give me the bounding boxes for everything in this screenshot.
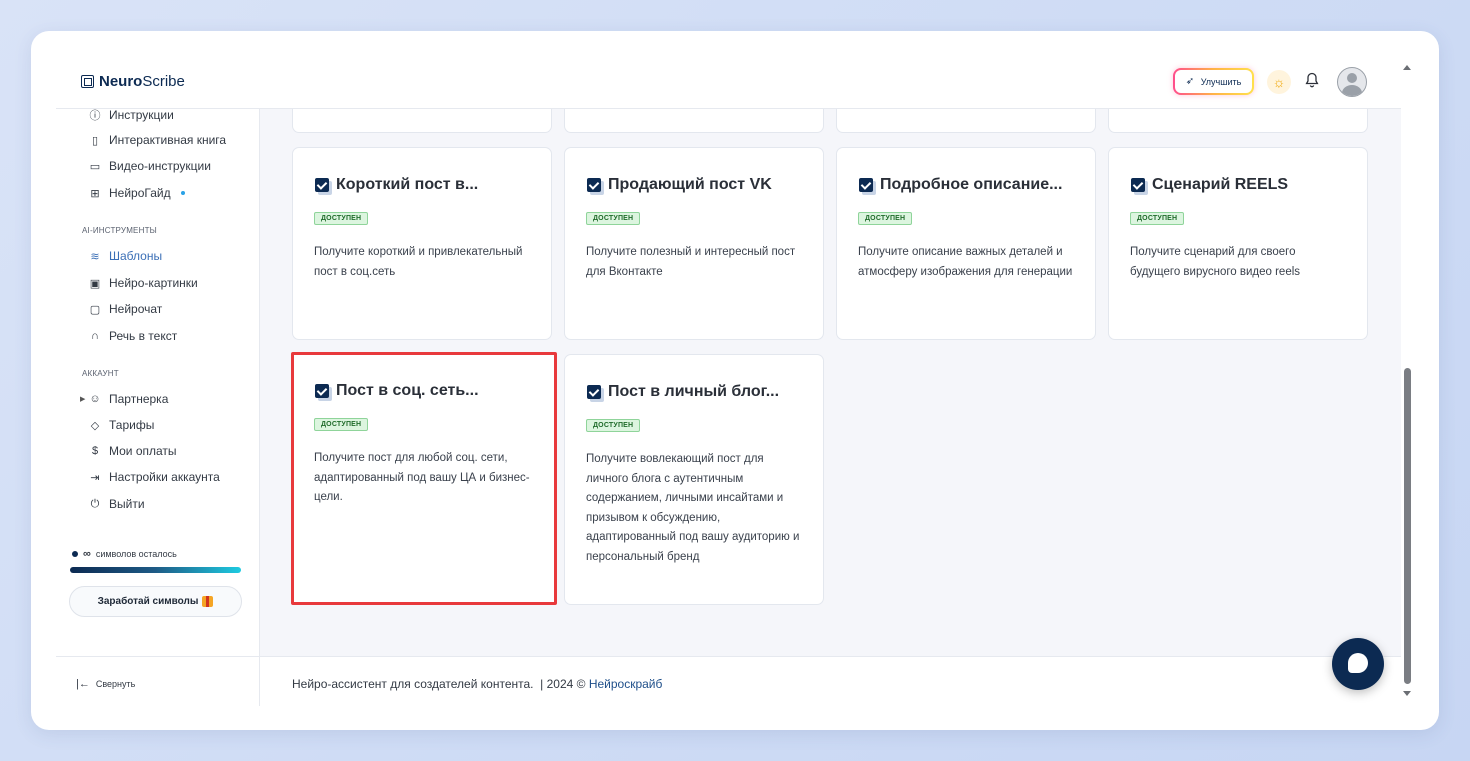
card-title: Сценарий REELS — [1152, 176, 1289, 193]
collapse-arrow-icon: |← — [76, 678, 90, 690]
layout-icon: ⊞ — [90, 187, 100, 200]
template-card[interactable]: Продающий пост VK ДОСТУПЕН Получите поле… — [564, 147, 824, 340]
template-card-partial[interactable] — [292, 109, 552, 133]
card-description: Получите пост для любой соц. сети, адапт… — [314, 452, 530, 503]
new-indicator — [180, 191, 185, 195]
checkbox-icon — [859, 178, 873, 192]
card-title: Пост в соц. сеть... — [336, 382, 479, 399]
card-title: Короткий пост в... — [336, 176, 479, 193]
page-scrollbar[interactable] — [1400, 59, 1414, 706]
theme-toggle-sun-icon[interactable]: ☼ — [1267, 70, 1291, 94]
top-header: NeuroScribe ➶ Улучшить ☼ — [56, 53, 1401, 109]
card-description: Получите вовлекающий пост для личного бл… — [586, 453, 800, 563]
template-card-selected[interactable]: Пост в соц. сеть... ДОСТУПЕН Получите по… — [291, 352, 557, 605]
page-footer: Нейро-ассистент для создателей контента.… — [260, 656, 1401, 706]
sidebar-footer: |← Свернуть — [56, 656, 260, 706]
power-icon: ⏻ — [90, 497, 100, 510]
headphones-icon: ∩ — [91, 330, 99, 342]
chat-icon: ▢ — [89, 303, 101, 316]
checkbox-icon — [587, 178, 601, 192]
sidebar-item-templates[interactable]: ≋ Шаблоны — [89, 249, 162, 263]
upgrade-button[interactable]: ➶ Улучшить — [1173, 68, 1254, 95]
image-icon: ▣ — [89, 277, 101, 290]
sidebar-item-partner[interactable]: ☺ Партнерка — [89, 392, 168, 406]
sidebar-item-neurochat[interactable]: ▢ Нейрочат — [89, 302, 163, 316]
section-ai-tools: AI-ИНСТРУМЕНТЫ — [82, 226, 157, 235]
card-description: Получите сценарий для своего будущего ви… — [1130, 246, 1301, 278]
expand-caret-icon[interactable]: ▶ — [80, 395, 85, 403]
template-card[interactable]: Пост в личный блог... ДОСТУПЕН Получите … — [564, 354, 824, 605]
card-description: Получите полезный и интересный пост для … — [586, 246, 796, 278]
notification-bell-icon[interactable] — [1304, 72, 1320, 90]
sidebar: ⓘ Инструкции ▯ Интерактивная книга ▭ Вид… — [56, 107, 260, 706]
status-badge: ДОСТУПЕН — [314, 212, 369, 225]
card-description: Получите короткий и привлекательный пост… — [314, 246, 523, 278]
card-title: Пост в личный блог... — [608, 383, 780, 400]
checkbox-icon — [1131, 178, 1145, 192]
logo[interactable]: NeuroScribe — [81, 73, 185, 90]
status-badge: ДОСТУПЕН — [1130, 212, 1185, 225]
card-description: Получите описание важных деталей и атмос… — [858, 246, 1073, 278]
earn-symbols-button[interactable]: Заработай символы — [69, 586, 242, 617]
sidebar-item-instructions[interactable]: ⓘ Инструкции — [89, 107, 174, 123]
rocket-icon: ➶ — [1185, 75, 1195, 87]
status-badge: ДОСТУПЕН — [314, 418, 369, 431]
sidebar-item-payments[interactable]: $ Мои оплаты — [89, 444, 177, 458]
sidebar-item-images[interactable]: ▣ Нейро-картинки — [89, 276, 198, 290]
gift-icon — [202, 596, 214, 607]
sidebar-item-logout[interactable]: ⏻ Выйти — [89, 497, 145, 511]
template-card-partial[interactable] — [564, 109, 824, 133]
users-icon: ☺ — [89, 393, 101, 405]
template-card[interactable]: Сценарий REELS ДОСТУПЕН Получите сценари… — [1108, 147, 1368, 340]
sidebar-item-neuroguide[interactable]: ⊞ НейроГайд — [89, 186, 185, 200]
template-card[interactable]: Короткий пост в... ДОСТУПЕН Получите кор… — [292, 147, 552, 340]
footer-link[interactable]: Нейроскрайб — [589, 677, 663, 691]
section-account: АККАУНТ — [82, 369, 119, 378]
app-window: NeuroScribe ➶ Улучшить ☼ ⓘ Инструкции ▯ … — [31, 31, 1439, 730]
checkbox-icon — [587, 385, 601, 399]
checkbox-icon — [315, 384, 329, 398]
symbols-remaining: ∞ символов осталось — [72, 548, 177, 560]
sidebar-item-book[interactable]: ▯ Интерактивная книга — [89, 133, 226, 147]
sidebar-item-settings[interactable]: ⇥ Настройки аккаунта — [89, 470, 219, 484]
footer-text: Нейро-ассистент для создателей контента.… — [292, 677, 589, 691]
sidebar-item-speech[interactable]: ∩ Речь в текст — [89, 329, 177, 343]
scroll-up-arrow-icon[interactable] — [1403, 65, 1411, 70]
template-card[interactable]: Подробное описание... ДОСТУПЕН Получите … — [836, 147, 1096, 340]
scroll-thumb[interactable] — [1404, 368, 1411, 684]
book-icon: ▯ — [91, 134, 99, 147]
status-badge: ДОСТУПЕН — [586, 419, 641, 432]
sidebar-item-tariffs[interactable]: ◇ Тарифы — [89, 418, 155, 432]
checkbox-icon — [315, 178, 329, 192]
template-card-partial[interactable] — [1108, 109, 1368, 133]
symbols-progress-bar — [70, 567, 241, 573]
user-avatar[interactable] — [1337, 67, 1367, 97]
sidebar-item-video[interactable]: ▭ Видео-инструкции — [89, 159, 211, 173]
card-title: Продающий пост VK — [608, 176, 772, 193]
video-icon: ▭ — [89, 160, 101, 173]
logo-icon — [81, 75, 94, 88]
tag-icon: ◇ — [90, 419, 100, 432]
layers-icon: ≋ — [90, 250, 100, 263]
status-dot — [72, 551, 78, 557]
collapse-sidebar-button[interactable]: |← Свернуть — [76, 678, 135, 690]
chat-support-button[interactable] — [1332, 638, 1384, 690]
templates-grid: Короткий пост в... ДОСТУПЕН Получите кор… — [260, 109, 1401, 656]
card-title: Подробное описание... — [880, 176, 1063, 193]
status-badge: ДОСТУПЕН — [858, 212, 913, 225]
question-circle-icon: ⓘ — [89, 110, 101, 122]
status-badge: ДОСТУПЕН — [586, 212, 641, 225]
login-icon: ⇥ — [90, 471, 100, 484]
dollar-icon: $ — [91, 445, 99, 457]
scroll-down-arrow-icon[interactable] — [1403, 691, 1411, 696]
template-card-partial[interactable] — [836, 109, 1096, 133]
